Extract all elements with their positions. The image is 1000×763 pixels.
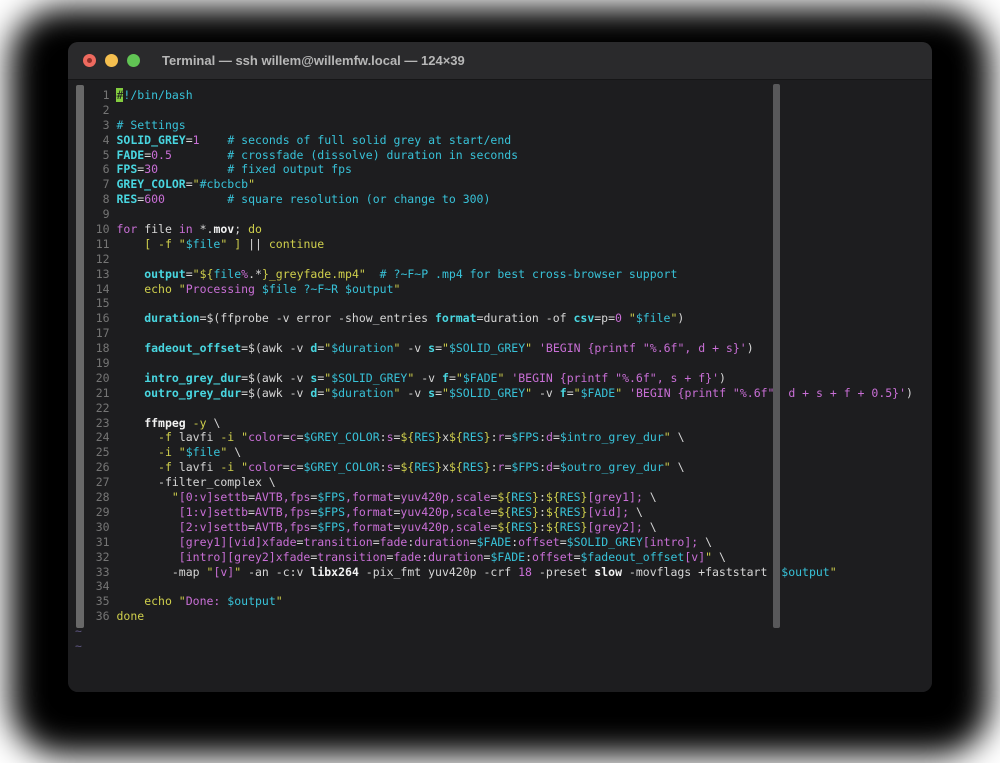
code-line: 33 -map "[v]" -an -c:v libx264 -pix_fmt …: [75, 565, 932, 580]
code-line: 26 -f lavfi -i "color=c=$GREY_COLOR:s=${…: [75, 460, 932, 475]
code-line: 10for file in *.mov; do: [75, 222, 932, 237]
vim-filler-tilde: ~: [75, 639, 82, 654]
terminal-content[interactable]: 1#!/bin/bash23# Settings4SOLID_GREY=1 # …: [68, 80, 932, 692]
code-line: 32 [intro][grey2]xfade=transition=fade:d…: [75, 550, 932, 565]
code-line: 35 echo "Done: $output": [75, 594, 932, 609]
code-line: 4SOLID_GREY=1 # seconds of full solid gr…: [75, 133, 932, 148]
filler-row: ~: [75, 639, 932, 654]
traffic-lights: [68, 54, 140, 67]
code-line: 14 echo "Processing $file ?~F~R $output": [75, 282, 932, 297]
code-line: 6FPS=30 # fixed output fps: [75, 162, 932, 177]
code-line: 2: [75, 103, 932, 118]
code-line: 5FADE=0.5 # crossfade (dissolve) duratio…: [75, 148, 932, 163]
code-line: 18 fadeout_offset=$(awk -v d="$duration"…: [75, 341, 932, 356]
code-line: 36done: [75, 609, 932, 624]
code-line: 24 -f lavfi -i "color=c=$GREY_COLOR:s=${…: [75, 430, 932, 445]
terminal-window[interactable]: Terminal — ssh willem@willemfw.local — 1…: [68, 42, 932, 692]
code-line: 20 intro_grey_dur=$(awk -v s="$SOLID_GRE…: [75, 371, 932, 386]
code-area[interactable]: 1#!/bin/bash23# Settings4SOLID_GREY=1 # …: [75, 88, 932, 654]
left-scrollbar[interactable]: [76, 85, 84, 628]
code-line: 13 output="${file%.*}_greyfade.mp4" # ?~…: [75, 267, 932, 282]
code-line: 11 [ -f "$file" ] || continue: [75, 237, 932, 252]
filler-row: ~: [75, 624, 932, 639]
code-line: 3# Settings: [75, 118, 932, 133]
titlebar[interactable]: Terminal — ssh willem@willemfw.local — 1…: [68, 42, 932, 80]
code-line: 9: [75, 207, 932, 222]
minimize-button[interactable]: [105, 54, 118, 67]
zoom-button[interactable]: [127, 54, 140, 67]
code-line: 19: [75, 356, 932, 371]
code-line: 17: [75, 326, 932, 341]
desktop-background: Terminal — ssh willem@willemfw.local — 1…: [0, 0, 1000, 763]
code-line: 12: [75, 252, 932, 267]
code-line: 1#!/bin/bash: [75, 88, 932, 103]
code-line: 15: [75, 296, 932, 311]
code-line: 29 [1:v]settb=AVTB,fps=$FPS,format=yuv42…: [75, 505, 932, 520]
close-dot-icon: [87, 58, 92, 63]
code-line: 16 duration=$(ffprobe -v error -show_ent…: [75, 311, 932, 326]
code-line: 22: [75, 401, 932, 416]
code-line: 23 ffmpeg -y \: [75, 416, 932, 431]
window-title: Terminal — ssh willem@willemfw.local — 1…: [162, 53, 465, 68]
code-line: 8RES=600 # square resolution (or change …: [75, 192, 932, 207]
code-line: 7GREY_COLOR="#cbcbcb": [75, 177, 932, 192]
code-line: 21 outro_grey_dur=$(awk -v d="$duration"…: [75, 386, 932, 401]
code-line: 34: [75, 579, 932, 594]
code-line: 30 [2:v]settb=AVTB,fps=$FPS,format=yuv42…: [75, 520, 932, 535]
close-button[interactable]: [83, 54, 96, 67]
right-scrollbar[interactable]: [773, 84, 780, 628]
code-line: 31 [grey1][vid]xfade=transition=fade:dur…: [75, 535, 932, 550]
code-line: 25 -i "$file" \: [75, 445, 932, 460]
code-line: 28 "[0:v]settb=AVTB,fps=$FPS,format=yuv4…: [75, 490, 932, 505]
code-line: 27 -filter_complex \: [75, 475, 932, 490]
